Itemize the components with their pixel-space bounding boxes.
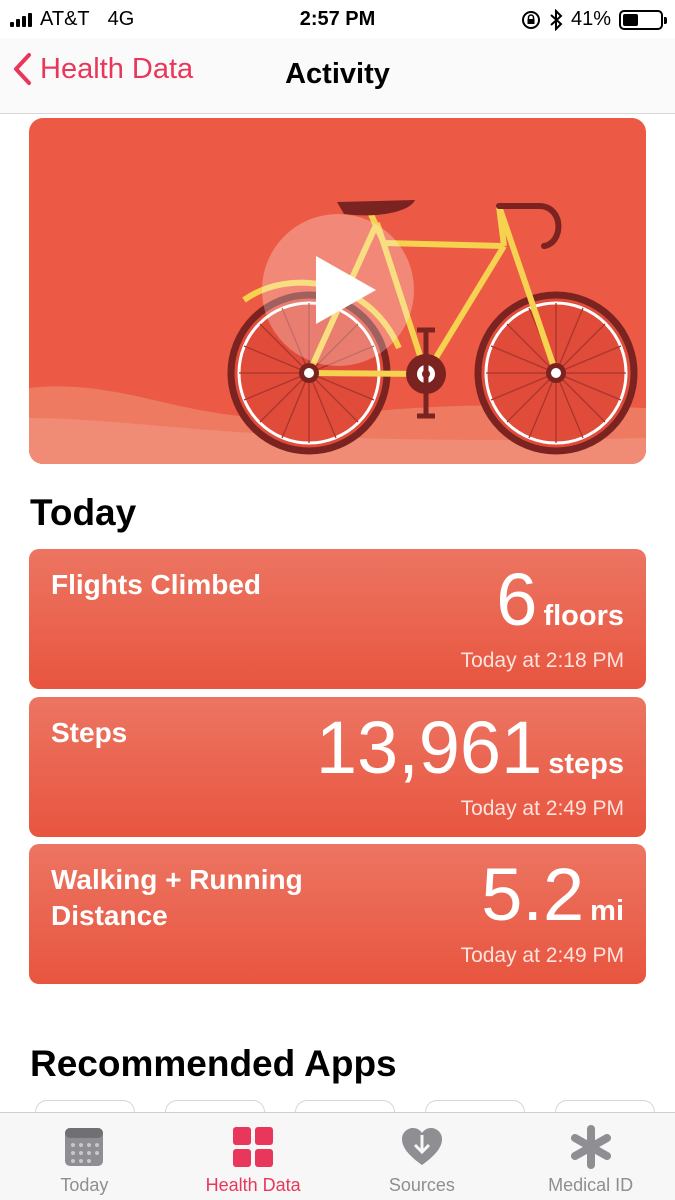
- tab-health-data[interactable]: Health Data: [169, 1113, 338, 1200]
- status-bar: AT&T 4G 2:57 PM 41%: [0, 0, 675, 38]
- tab-label: Sources: [388, 1175, 455, 1195]
- rotation-lock-icon: [521, 10, 540, 29]
- navigation-bar: Health Data Activity: [0, 38, 675, 114]
- recommended-app-tile[interactable]: [425, 1100, 525, 1112]
- bicycle-illustration: [29, 200, 646, 464]
- tab-label: Medical ID: [548, 1175, 634, 1195]
- tab-bar: Today Health Data Sources Medical ID: [0, 1112, 675, 1200]
- status-right: 41%: [521, 8, 667, 31]
- asterisk-icon: [570, 1125, 611, 1169]
- page-title: Activity: [0, 58, 675, 91]
- tab-today[interactable]: Today: [0, 1113, 169, 1200]
- play-icon[interactable]: [262, 214, 414, 366]
- battery-icon: [619, 9, 667, 30]
- metric-card-walking-running-distance[interactable]: Walking + Running Distance 5.2 mi Today …: [29, 844, 646, 984]
- today-section-title: Today: [30, 492, 137, 533]
- battery-percent: 41%: [570, 8, 611, 30]
- tab-label: Today: [60, 1175, 109, 1195]
- recommended-apps-row: [0, 1100, 675, 1112]
- tab-medical-id[interactable]: Medical ID: [506, 1113, 675, 1200]
- metric-label: Flights Climbed: [51, 569, 261, 600]
- metric-timestamp: Today at 2:18 PM: [460, 649, 624, 672]
- recommended-app-tile[interactable]: [295, 1100, 395, 1112]
- tab-label: Health Data: [205, 1175, 301, 1195]
- metric-unit: mi: [590, 895, 624, 927]
- metric-number: 13,961: [315, 706, 543, 789]
- bluetooth-icon: [550, 8, 563, 31]
- metric-value: 5.2 mi: [481, 858, 624, 932]
- metric-unit: floors: [543, 600, 624, 632]
- metric-timestamp: Today at 2:49 PM: [460, 944, 624, 967]
- tab-sources[interactable]: Sources: [338, 1113, 507, 1200]
- recommended-apps-title: Recommended Apps: [30, 1043, 397, 1084]
- metric-value: 13,961 steps: [316, 711, 624, 785]
- metric-label: Steps: [51, 717, 128, 748]
- metric-timestamp: Today at 2:49 PM: [460, 797, 624, 820]
- metric-number: 5.2: [481, 853, 585, 936]
- activity-video-thumbnail[interactable]: [29, 118, 646, 464]
- grid-icon: [233, 1127, 274, 1167]
- metric-card-flights-climbed[interactable]: Flights Climbed 6 floors Today at 2:18 P…: [29, 549, 646, 689]
- recommended-app-tile[interactable]: [555, 1100, 655, 1112]
- recommended-app-tile[interactable]: [35, 1100, 135, 1112]
- metric-unit: steps: [548, 748, 624, 780]
- recommended-app-tile[interactable]: [165, 1100, 265, 1112]
- calendar-icon: [65, 1128, 104, 1166]
- metric-number: 6: [496, 558, 538, 641]
- page-title-text: Activity: [285, 58, 390, 90]
- heart-download-icon: [401, 1128, 442, 1165]
- metric-card-steps[interactable]: Steps 13,961 steps Today at 2:49 PM: [29, 697, 646, 837]
- metric-value: 6 floors: [496, 563, 624, 637]
- metric-label: Walking + Running Distance: [51, 864, 303, 931]
- battery-fill: [623, 13, 638, 26]
